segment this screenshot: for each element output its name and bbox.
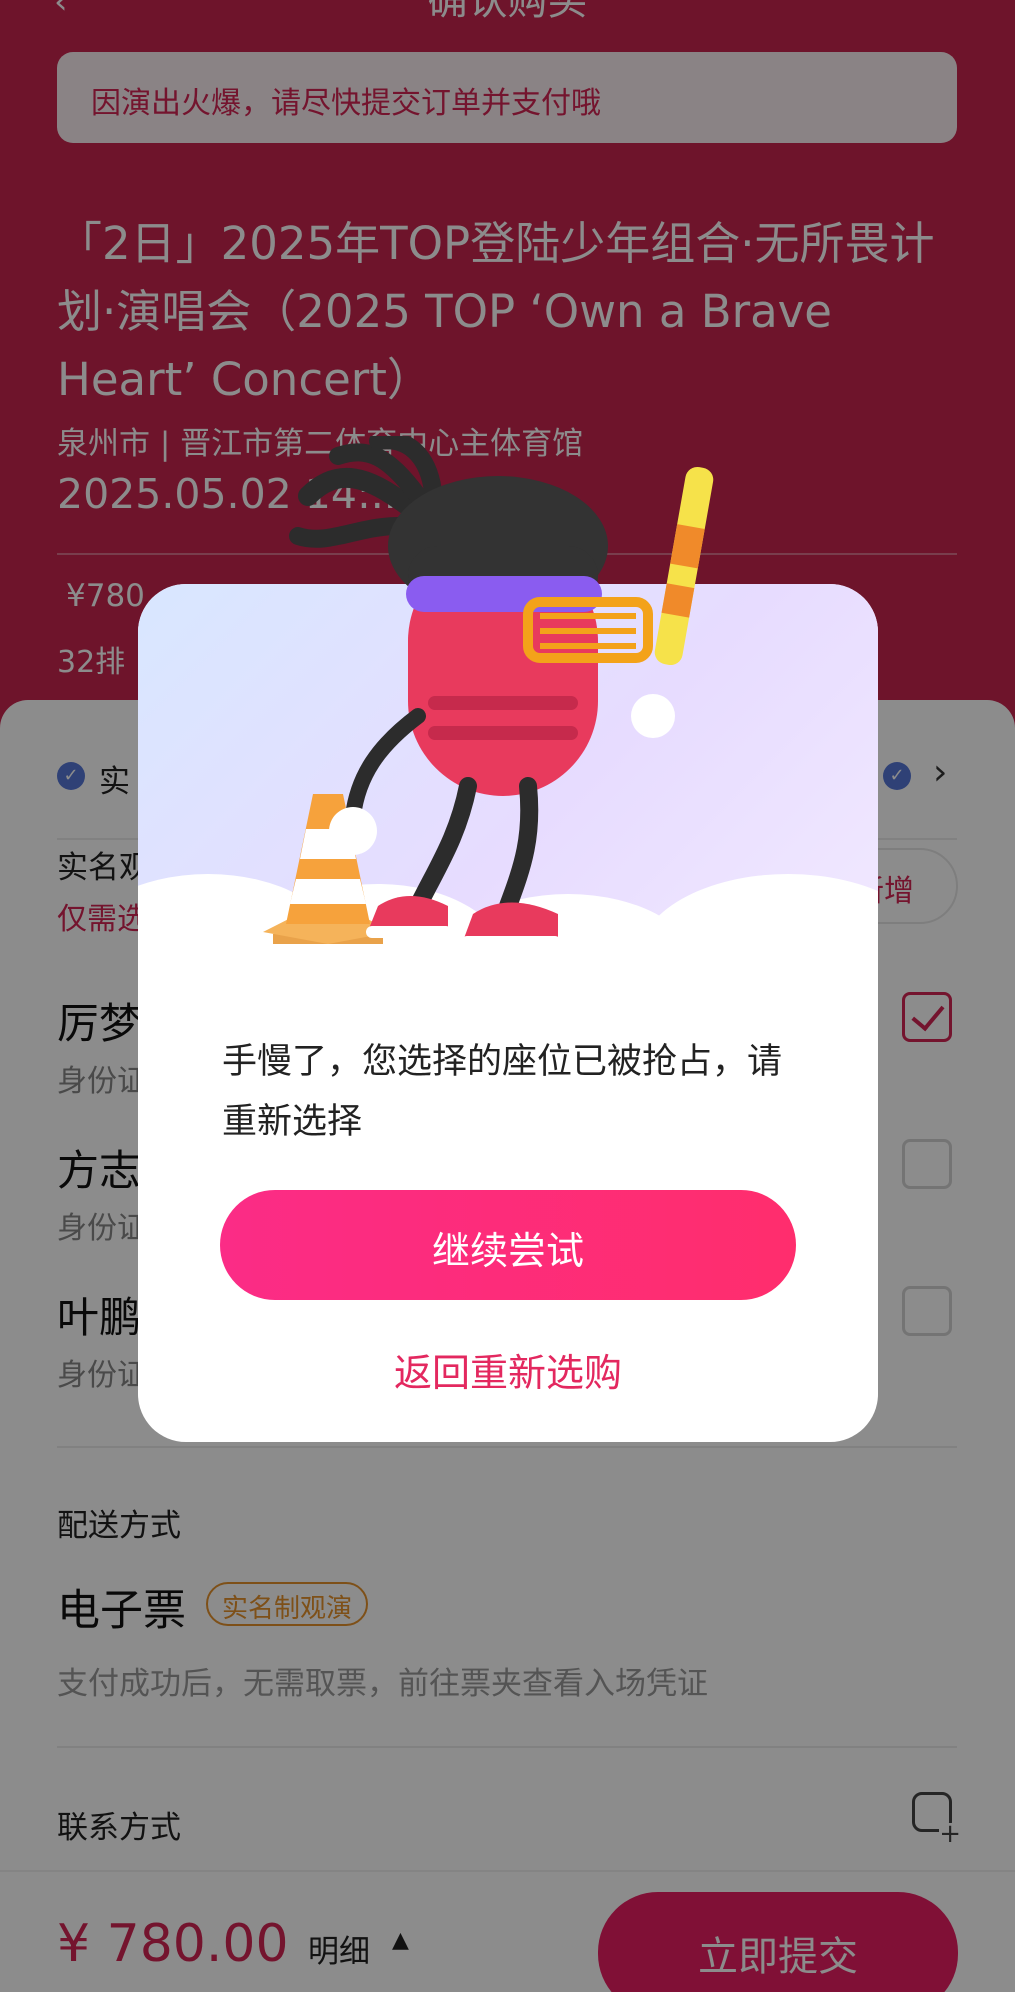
back-reselect-link[interactable]: 返回重新选购 [138, 1342, 878, 1397]
retry-button[interactable]: 继续尝试 [220, 1190, 796, 1300]
dialog-message: 手慢了，您选择的座位已被抢占，请重新选择 [222, 1042, 783, 1142]
mascot-character-icon [289, 436, 714, 948]
